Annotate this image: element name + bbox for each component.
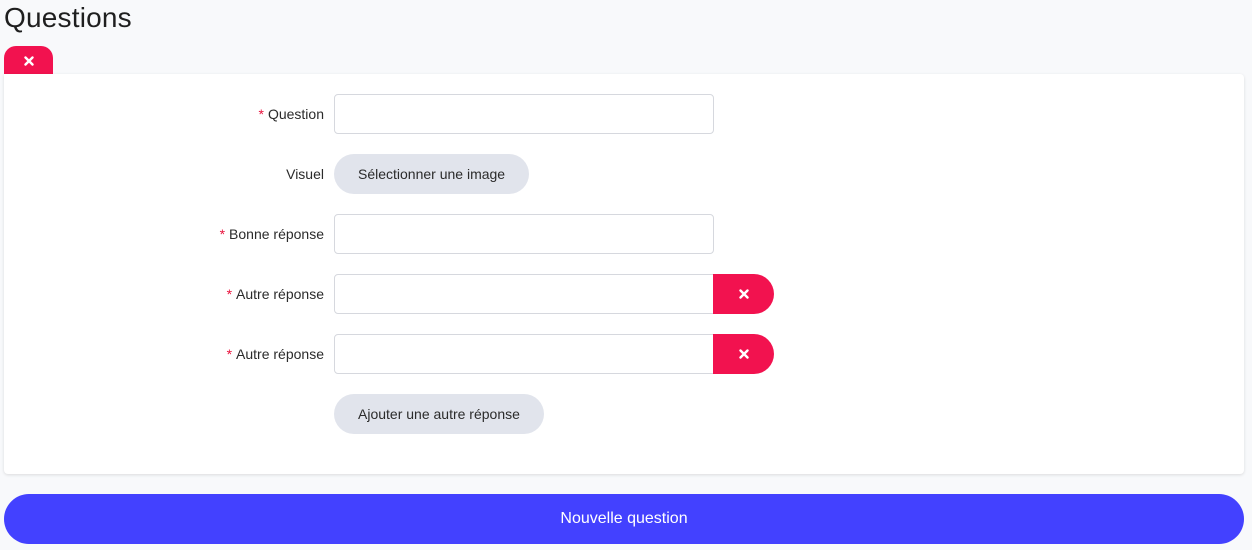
- other-answer-row: * Autre réponse: [4, 334, 1244, 374]
- visual-label: Visuel: [286, 154, 324, 194]
- other-answer-label-text: Autre réponse: [236, 346, 324, 362]
- question-row: * Question: [4, 94, 1244, 134]
- question-card: * Question Visuel Sélectionner une image …: [4, 74, 1244, 474]
- close-icon: [738, 349, 749, 359]
- page-title: Questions: [4, 2, 132, 33]
- other-answer-label: * Autre réponse: [227, 334, 324, 374]
- new-question-button[interactable]: Nouvelle question: [4, 494, 1244, 544]
- close-icon: [23, 55, 34, 66]
- visual-label-text: Visuel: [286, 166, 324, 182]
- question-label-text: Question: [267, 106, 324, 122]
- required-marker: *: [226, 286, 233, 302]
- correct-answer-label: * Bonne réponse: [220, 214, 324, 254]
- remove-answer-button[interactable]: [713, 274, 774, 314]
- correct-answer-input[interactable]: [334, 214, 714, 254]
- correct-answer-row: * Bonne réponse: [4, 214, 1244, 254]
- question-input[interactable]: [334, 94, 714, 134]
- other-answer-label: * Autre réponse: [227, 274, 324, 314]
- required-marker: *: [226, 346, 233, 362]
- other-answer-label-text: Autre réponse: [236, 286, 324, 302]
- question-label: * Question: [259, 94, 325, 134]
- add-answer-row: Ajouter une autre réponse: [4, 394, 1244, 434]
- remove-answer-button[interactable]: [713, 334, 774, 374]
- required-marker: *: [219, 226, 226, 242]
- remove-question-tab-button[interactable]: [4, 46, 53, 75]
- select-image-button[interactable]: Sélectionner une image: [334, 154, 530, 194]
- required-marker: *: [258, 106, 264, 122]
- visual-row: Visuel Sélectionner une image: [4, 154, 1244, 194]
- other-answer-row: * Autre réponse: [4, 274, 1244, 314]
- other-answer-input[interactable]: [334, 334, 714, 374]
- correct-answer-label-text: Bonne réponse: [229, 226, 324, 242]
- close-icon: [738, 289, 749, 299]
- add-answer-button[interactable]: Ajouter une autre réponse: [334, 394, 544, 434]
- other-answer-input[interactable]: [334, 274, 714, 314]
